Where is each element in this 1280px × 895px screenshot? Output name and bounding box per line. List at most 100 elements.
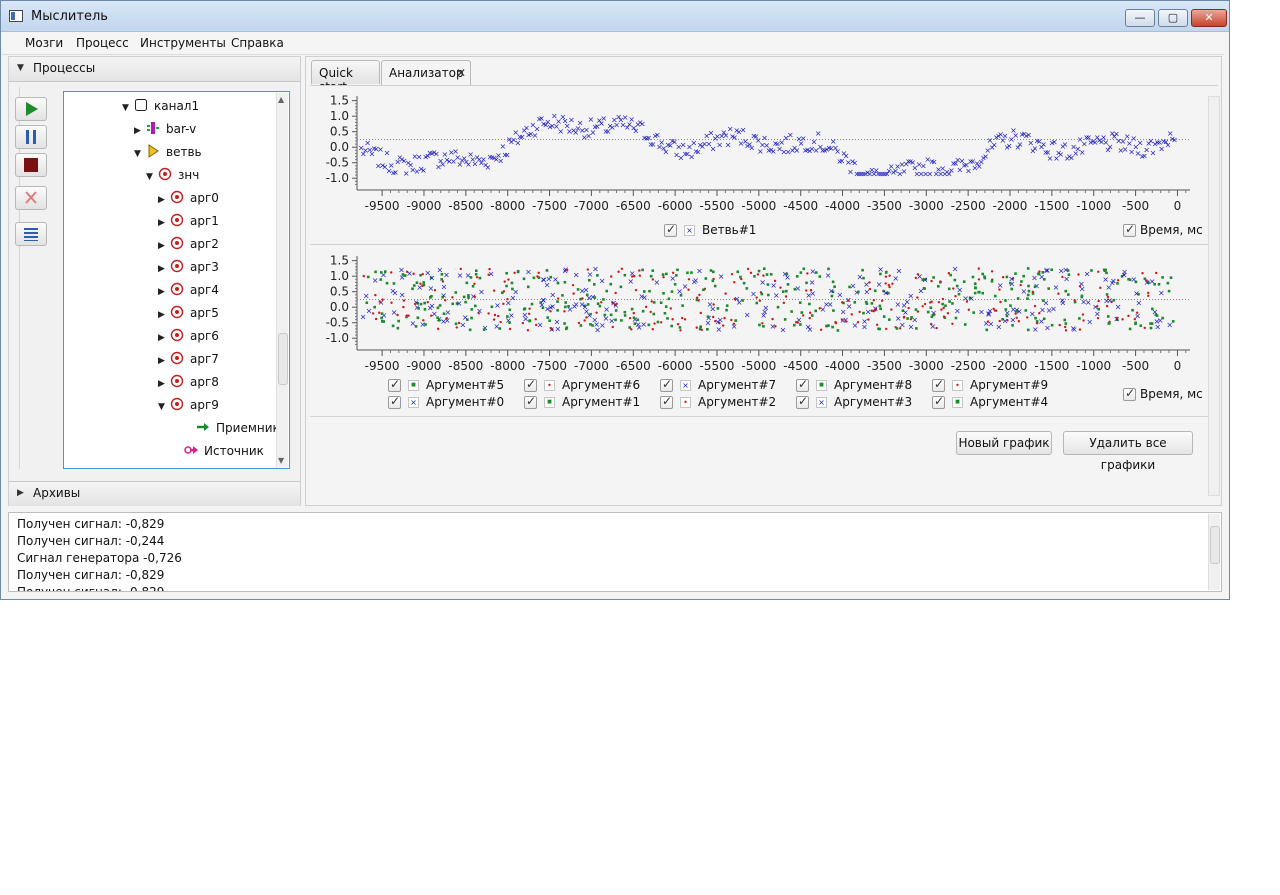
data-point [1022,274,1025,278]
tree-node-ветвь[interactable]: ▼ ветвь [134,144,202,159]
data-point: × [654,278,661,287]
collapse-arrow-icon[interactable]: ▶ [134,126,146,136]
pause-button[interactable] [15,125,47,149]
series-checkbox-branch1[interactable] [664,222,677,237]
collapse-arrow-icon[interactable]: ▶ [158,195,170,205]
tree-node-знч[interactable]: ▼ знч [146,167,199,182]
x-axis-checkbox[interactable] [1123,386,1136,401]
tree-node-арг8[interactable]: ▶ арг8 [158,374,219,389]
menu-tools[interactable]: Инструменты [140,36,226,50]
delete-button[interactable] [15,186,47,210]
collapse-arrow-icon[interactable]: ▶ [158,218,170,228]
tree-node-Приемник[interactable]: Приемник [184,420,280,435]
expand-arrow-icon[interactable]: ▼ [122,103,134,113]
menu-process[interactable]: Процесс [76,36,129,50]
tree-node-bar-v[interactable]: ▶ bar-v [134,121,196,136]
list-button[interactable] [15,222,47,246]
series-checkbox[interactable] [388,394,401,409]
menu-help[interactable]: Справка [231,36,284,50]
tree-node-арг7[interactable]: ▶ арг7 [158,351,219,366]
archives-header[interactable]: ▶ Архивы [9,481,300,506]
data-point [683,318,687,321]
console-scroll-thumb[interactable] [1210,526,1220,564]
x-tick-label: -6500 [616,199,651,213]
tree-node-арг1[interactable]: ▶ арг1 [158,213,219,228]
data-point [1105,293,1109,296]
series-checkbox[interactable] [796,394,809,409]
close-button[interactable]: ✕ [1191,9,1227,27]
tree-node-арг6[interactable]: ▶ арг6 [158,328,219,343]
tree-scrollbar[interactable]: ▲ ▼ [276,93,288,467]
log-console[interactable]: Получен сигнал: -0,829 Получен сигнал: -0… [8,512,1222,592]
series-checkbox[interactable] [660,394,673,409]
series-checkbox[interactable] [524,394,537,409]
data-point: × [968,294,975,303]
y-tick-label: 1.5 [330,94,349,108]
processes-header[interactable]: ▼ Процессы [9,57,300,82]
data-point: × [521,311,528,320]
tree-scroll-thumb[interactable] [278,333,288,385]
data-point [380,312,384,315]
x-tick-label: -3500 [867,199,902,213]
data-point [861,268,864,272]
tree-node-арг5[interactable]: ▶ арг5 [158,305,219,320]
data-point: × [805,291,812,300]
process-tree[interactable]: ▼ канал1 ▶ bar-v ▼ ветвь ▼ знч ▶ арг0 ▶ арг1 ▶ арг2 ▶ а… [63,91,290,469]
tab-analyzer[interactable]: Анализатор ✕ [381,60,471,86]
expand-arrow-icon[interactable]: ▼ [158,402,170,412]
tree-node-арг2[interactable]: ▶ арг2 [158,236,219,251]
run-button[interactable] [15,97,47,121]
title-bar[interactable]: Мыслитель — ▢ ✕ [1,1,1229,32]
data-point [1064,325,1067,329]
data-point [1161,276,1164,279]
tab-quick-start[interactable]: Quick start [311,60,380,94]
data-point [549,275,553,279]
data-point [1097,299,1100,303]
data-point [711,270,715,274]
data-point: × [1154,322,1161,331]
tree-node-арг4[interactable]: ▶ арг4 [158,282,219,297]
tree-node-канал1[interactable]: ▼ канал1 [122,98,199,113]
collapse-arrow-icon[interactable]: ▶ [158,287,170,297]
tree-node-арг9[interactable]: ▼ арг9 [158,397,219,412]
data-point [508,308,512,312]
expand-arrow-icon[interactable]: ▼ [146,172,158,182]
series-checkbox[interactable] [932,377,945,392]
tree-node-арг3[interactable]: ▶ арг3 [158,259,219,274]
maximize-button[interactable]: ▢ [1158,9,1188,27]
new-chart-button[interactable]: Новый график [956,431,1052,455]
data-point: × [419,320,426,329]
minimize-button[interactable]: — [1125,9,1155,27]
x-tick-label: -4000 [825,199,860,213]
data-point [725,308,728,312]
menu-brains[interactable]: Мозги [25,36,63,50]
tree-node-арг0[interactable]: ▶ арг0 [158,190,219,205]
data-point [1027,289,1031,293]
data-point: × [429,274,436,283]
collapse-arrow-icon[interactable]: ▶ [158,379,170,389]
collapse-arrow-icon[interactable]: ▶ [158,241,170,251]
collapse-arrow-icon[interactable]: ▶ [158,310,170,320]
console-scrollbar[interactable] [1208,514,1220,590]
data-point: × [1107,142,1114,151]
collapse-arrow-icon[interactable]: ▶ [158,333,170,343]
data-point [1067,273,1071,276]
x-tick-label: -2500 [951,359,986,373]
collapse-arrow-icon[interactable]: ▶ [158,264,170,274]
expand-arrow-icon[interactable]: ▼ [134,149,146,159]
series-checkbox[interactable] [932,394,945,409]
data-point [831,280,835,284]
series-checkbox[interactable] [796,377,809,392]
stop-button[interactable] [15,153,47,177]
tree-node-Источник[interactable]: Источник [172,443,264,458]
y-tick-label: 0.5 [330,285,349,299]
delete-all-charts-button[interactable]: Удалить все графики [1063,431,1193,472]
series-marker-icon: × [680,380,691,391]
tab-close-icon[interactable]: ✕ [456,66,466,80]
x-axis-checkbox[interactable] [1123,222,1136,237]
series-checkbox[interactable] [388,377,401,392]
series-checkbox[interactable] [524,377,537,392]
analyzer-scrollbar[interactable] [1208,96,1220,496]
series-checkbox[interactable] [660,377,673,392]
collapse-arrow-icon[interactable]: ▶ [158,356,170,366]
